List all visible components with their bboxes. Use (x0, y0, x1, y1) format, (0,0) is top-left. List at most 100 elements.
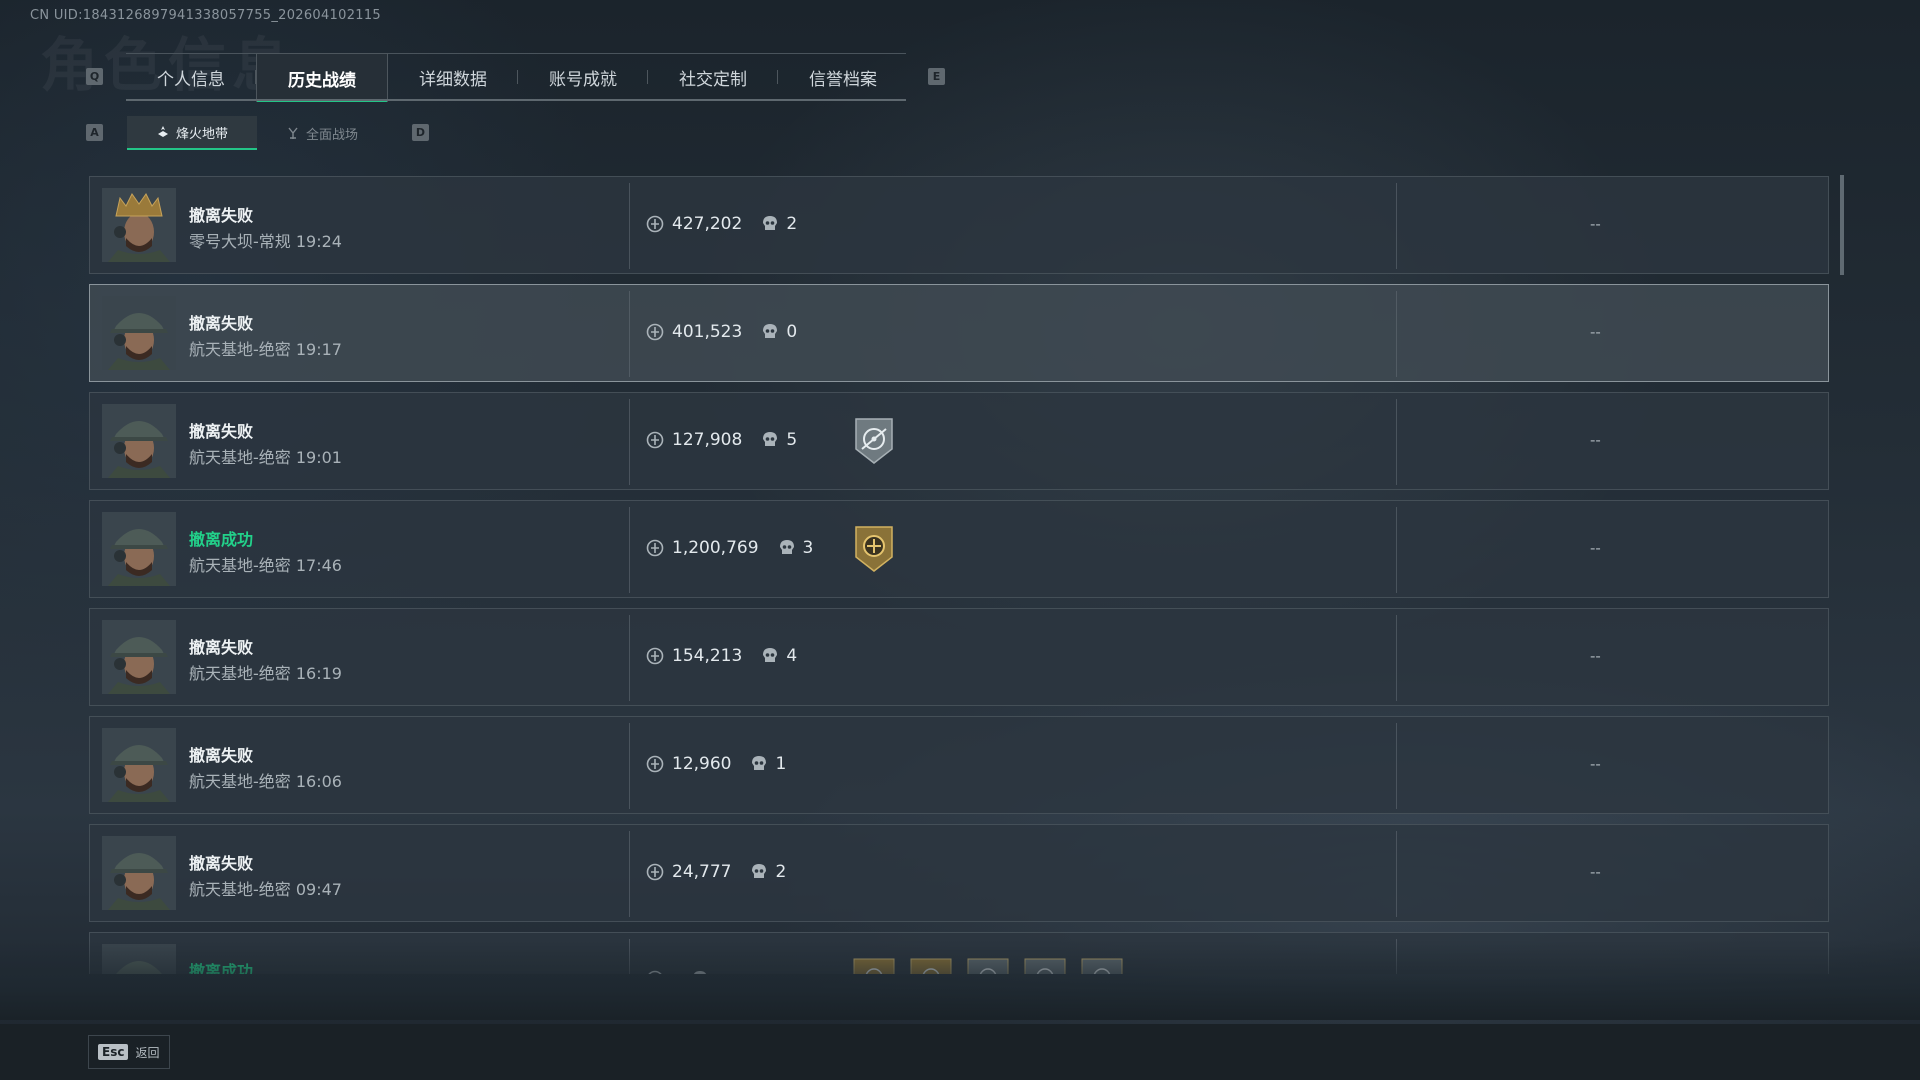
tab-label: 详细数据 (419, 69, 487, 90)
operator-avatar (102, 296, 176, 370)
loot-stats: 427,202 2 (646, 214, 797, 234)
loot-value: 427,202 (672, 214, 743, 234)
tab-match-history[interactable]: 历史战绩 (256, 53, 388, 102)
tab-social[interactable]: 社交定制 (648, 53, 778, 101)
skull-kills-icon (752, 864, 767, 878)
skull-kills-icon (752, 756, 767, 770)
bottom-fog (0, 940, 1920, 1020)
back-button[interactable]: Esc 返回 (88, 1035, 170, 1069)
loot-stats: 127,908 5 (646, 430, 797, 450)
tab-label: 历史战绩 (288, 70, 356, 91)
match-row[interactable]: 撤离失败 航天基地-绝密 16:06 12,960 1 -- (89, 716, 1829, 814)
column-divider (1396, 831, 1397, 917)
kill-count: 2 (775, 862, 787, 882)
match-history-list: 撤离失败 零号大坝-常规 19:24 427,202 2 -- 撤离失败 航天基… (89, 176, 1831, 974)
tab-label: 账号成就 (549, 69, 617, 90)
tab-label: 信誉档案 (809, 69, 877, 90)
map-and-time: 航天基地-绝密 19:01 (189, 448, 342, 467)
operator-avatar (102, 728, 176, 802)
loot-value: 1,200,769 (672, 538, 759, 558)
extra-info: -- (1590, 539, 1601, 557)
skull-kills-icon (763, 216, 778, 230)
column-divider (1396, 399, 1397, 485)
extra-info: -- (1590, 431, 1601, 449)
extra-info: -- (1590, 215, 1601, 233)
kill-count: 0 (786, 322, 798, 342)
loot-value: 127,908 (672, 430, 743, 450)
match-row[interactable]: 撤离成功 航天基地-绝密 17:46 1,200,769 3 -- (89, 500, 1829, 598)
match-row[interactable]: 撤离失败 航天基地-绝密 19:01 127,908 5 -- (89, 392, 1829, 490)
match-row[interactable]: 撤离失败 航天基地-绝密 19:17 401,523 0 -- (89, 284, 1829, 382)
value-coin-icon (646, 323, 664, 341)
tab-detailed-data[interactable]: 详细数据 (388, 53, 518, 101)
esc-key-hint: Esc (98, 1044, 129, 1060)
subtab-warfare[interactable]: 全面战场 (257, 116, 387, 150)
map-and-time: 航天基地-绝密 16:06 (189, 772, 342, 791)
extraction-status: 撤离失败 (189, 422, 254, 441)
value-coin-icon (646, 539, 664, 557)
extraction-status: 撤离失败 (189, 314, 254, 333)
extraction-status: 撤离失败 (189, 854, 254, 873)
loot-stats: 12,960 1 (646, 754, 786, 774)
loot-stats: 1,200,769 3 (646, 538, 813, 558)
key-hint-q[interactable]: Q (86, 68, 103, 85)
tab-personal-info[interactable]: 个人信息 (126, 53, 256, 101)
extra-info: -- (1590, 323, 1601, 341)
extra-info: -- (1590, 755, 1601, 773)
extraction-status: 撤离失败 (189, 638, 254, 657)
match-row[interactable]: 撤离失败 零号大坝-常规 19:24 427,202 2 -- (89, 176, 1829, 274)
map-and-time: 航天基地-绝密 09:47 (189, 880, 342, 899)
value-coin-icon (646, 755, 664, 773)
column-divider (629, 615, 630, 701)
loot-value: 24,777 (672, 862, 732, 882)
value-coin-icon (646, 215, 664, 233)
extraction-status: 撤离成功 (189, 530, 254, 549)
value-coin-icon (646, 863, 664, 881)
extra-info: -- (1590, 863, 1601, 881)
tab-label: 个人信息 (157, 69, 225, 90)
skull-kills-icon (763, 324, 778, 338)
key-hint-d[interactable]: D (412, 124, 429, 141)
subtab-label: 全面战场 (305, 127, 358, 143)
map-and-time: 航天基地-绝密 17:46 (189, 556, 342, 575)
column-divider (629, 183, 630, 269)
map-and-time: 零号大坝-常规 19:24 (189, 232, 342, 251)
zone-icon (157, 126, 168, 137)
match-row[interactable]: 撤离失败 航天基地-绝密 09:47 24,777 2 -- (89, 824, 1829, 922)
key-hint-a[interactable]: A (86, 124, 103, 141)
column-divider (1396, 723, 1397, 809)
match-row[interactable]: 撤离失败 航天基地-绝密 16:19 154,213 4 -- (89, 608, 1829, 706)
column-divider (1396, 615, 1397, 701)
bottom-bar (0, 1024, 1920, 1080)
kill-count: 4 (786, 646, 798, 666)
loot-stats: 401,523 0 (646, 322, 797, 342)
kill-count: 1 (775, 754, 787, 774)
value-coin-icon (646, 431, 664, 449)
skull-kills-icon (763, 432, 778, 446)
column-divider (1396, 183, 1397, 269)
tab-label: 社交定制 (679, 69, 747, 90)
skull-kills-icon (779, 540, 794, 554)
loot-stats: 154,213 4 (646, 646, 797, 666)
column-divider (629, 831, 630, 917)
value-coin-icon (646, 647, 664, 665)
column-divider (629, 723, 630, 809)
tab-achievements[interactable]: 账号成就 (518, 53, 648, 101)
column-divider (1396, 507, 1397, 593)
main-tab-bar: Q 个人信息 历史战绩 详细数据 账号成就 社交定制 信誉档案 E (86, 53, 945, 102)
list-scrollbar[interactable] (1840, 175, 1844, 275)
operator-avatar (102, 620, 176, 694)
tab-reputation[interactable]: 信誉档案 (778, 53, 908, 101)
operator-avatar (102, 512, 176, 586)
operator-avatar (102, 188, 176, 262)
subtab-label: 烽火地带 (175, 126, 228, 142)
key-hint-e[interactable]: E (928, 68, 945, 85)
kill-count: 5 (786, 430, 798, 450)
gold-badge-icon (855, 526, 893, 572)
map-and-time: 航天基地-绝密 16:19 (189, 664, 342, 683)
loot-value: 154,213 (672, 646, 743, 666)
operator-avatar (102, 404, 176, 478)
extraction-status: 撤离失败 (189, 206, 254, 225)
kill-count: 3 (802, 538, 814, 558)
subtab-operations[interactable]: 烽火地带 (127, 116, 257, 150)
